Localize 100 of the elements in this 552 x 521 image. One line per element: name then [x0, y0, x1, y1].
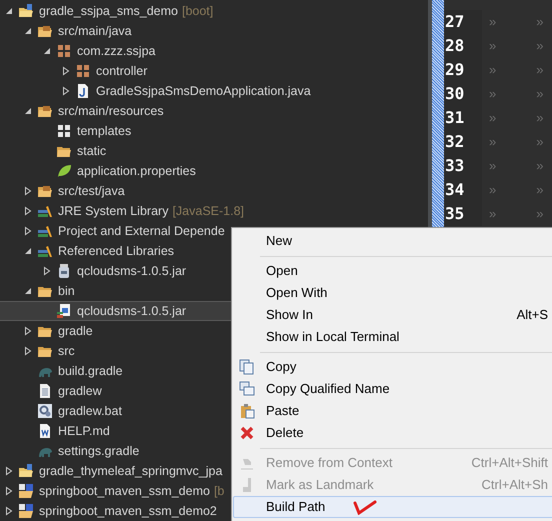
expand-arrow-icon[interactable] — [61, 86, 71, 96]
tree-item-decoration: [boot] — [182, 2, 214, 20]
menu-item[interactable]: Open — [233, 260, 552, 282]
menu-item[interactable]: New — [233, 230, 552, 252]
collapse-arrow-icon[interactable] — [23, 106, 33, 116]
tree-item[interactable]: JRE System Library [JavaSE-1.8] — [0, 201, 428, 221]
tab-marker: » — [489, 13, 496, 32]
tree-item-decoration: [b — [214, 482, 224, 500]
tree-item-label: static — [77, 142, 106, 160]
tree-item[interactable]: static — [0, 141, 428, 161]
shortcut-label: Alt+S — [516, 306, 548, 324]
tree-item-label: HELP.md — [58, 422, 110, 440]
books-icon — [37, 203, 53, 219]
tree-item-label: qcloudsms-1.0.5.jar — [77, 302, 186, 320]
collapse-arrow-icon[interactable] — [42, 46, 52, 56]
line-number: 35 — [444, 202, 482, 226]
line-number: 31 — [444, 106, 482, 130]
tree-item-label: Project and External Depende — [58, 222, 225, 240]
tree-item-label: application.properties — [77, 162, 196, 180]
expand-arrow-icon[interactable] — [4, 506, 14, 516]
tree-item-label: springboot_maven_ssm_demo — [39, 482, 210, 500]
tree-item-label: gradle_thymeleaf_springmvc_jpa — [39, 462, 222, 480]
tab-marker: » — [536, 61, 544, 80]
file-icon — [37, 383, 53, 399]
tree-item[interactable]: src/test/java — [0, 181, 428, 201]
expand-arrow-icon[interactable] — [23, 186, 33, 196]
jar-file-icon — [56, 303, 72, 319]
project-folder-icon — [18, 3, 34, 19]
tab-marker: » — [489, 109, 496, 128]
tree-item-label: src — [58, 342, 75, 360]
books-icon — [37, 223, 53, 239]
tree-item-label: src/main/java — [58, 22, 132, 40]
tree-item[interactable]: gradle_ssjpa_sms_demo [boot] — [0, 1, 428, 21]
tree-item-label: templates — [77, 122, 132, 140]
tab-marker: » — [489, 61, 496, 80]
tree-item[interactable]: com.zzz.ssjpa — [0, 41, 428, 61]
menu-item[interactable]: Copy Qualified Name — [233, 378, 552, 400]
package-folder-icon — [37, 183, 53, 199]
menu-item[interactable]: Open With — [233, 282, 552, 304]
line-number: 28 — [444, 34, 482, 58]
tree-item-decoration: [JavaSE-1.8] — [172, 202, 244, 220]
shortcut-label: Ctrl+Alt+Sh — [482, 476, 548, 494]
tab-marker: » — [536, 157, 544, 176]
tab-marker: » — [489, 205, 496, 224]
tab-marker: » — [489, 85, 496, 104]
tree-item[interactable]: application.properties — [0, 161, 428, 181]
tree-item-label: gradlew.bat — [58, 402, 122, 420]
expand-arrow-icon[interactable] — [23, 346, 33, 356]
document-icon — [37, 423, 53, 439]
maven-project-icon — [18, 483, 34, 499]
tree-item-label: com.zzz.ssjpa — [77, 42, 156, 60]
java-file-icon — [75, 83, 91, 99]
expand-arrow-icon[interactable] — [4, 466, 14, 476]
tab-marker: » — [536, 37, 544, 56]
line-number: 32 — [444, 130, 482, 154]
tree-item-label: bin — [58, 282, 75, 300]
collapse-arrow-icon[interactable] — [23, 26, 33, 36]
expand-arrow-icon[interactable] — [23, 326, 33, 336]
tab-marker: » — [489, 133, 496, 152]
line-number: 29 — [444, 58, 482, 82]
gear-file-icon — [37, 403, 53, 419]
tree-item[interactable]: src/main/resources — [0, 101, 428, 121]
tree-item-label: qcloudsms-1.0.5.jar — [77, 262, 186, 280]
tree-item-label: build.gradle — [58, 362, 123, 380]
tab-marker: » — [536, 181, 544, 200]
expand-arrow-icon[interactable] — [61, 66, 71, 76]
tab-marker: » — [536, 85, 544, 104]
menu-item[interactable]: Delete — [233, 422, 552, 444]
collapse-arrow-icon[interactable] — [23, 286, 33, 296]
tree-item[interactable]: GradleSsjpaSmsDemoApplication.java — [0, 81, 428, 101]
expand-arrow-icon[interactable] — [23, 206, 33, 216]
delete-icon — [239, 425, 255, 441]
line-number: 33 — [444, 154, 482, 178]
tree-item-label: springboot_maven_ssm_demo2 — [39, 502, 217, 520]
tab-marker: » — [536, 133, 544, 152]
tree-item[interactable]: src/main/java — [0, 21, 428, 41]
collapse-arrow-icon[interactable] — [4, 6, 14, 16]
shortcut-label: Ctrl+Alt+Shift — [471, 454, 548, 472]
collapse-arrow-icon[interactable] — [23, 246, 33, 256]
project-folder-icon — [18, 463, 34, 479]
tab-marker: » — [489, 181, 496, 200]
books-icon — [37, 243, 53, 259]
tree-item-label: src/test/java — [58, 182, 125, 200]
tab-marker: » — [536, 13, 544, 32]
tree-item-label: src/main/resources — [58, 102, 164, 120]
package-icon — [75, 63, 91, 79]
copy-icon — [239, 359, 255, 375]
expand-arrow-icon[interactable] — [42, 266, 52, 276]
tree-item[interactable]: templates — [0, 121, 428, 141]
expand-arrow-icon[interactable] — [4, 486, 14, 496]
tree-item[interactable]: controller — [0, 61, 428, 81]
menu-item[interactable]: Build Path — [233, 496, 552, 518]
menu-item[interactable]: Paste — [233, 400, 552, 422]
maven-project-icon — [18, 503, 34, 519]
expand-arrow-icon[interactable] — [23, 226, 33, 236]
jar-icon — [56, 263, 72, 279]
tree-item-label: gradlew — [58, 382, 102, 400]
tree-item-label: Referenced Libraries — [58, 242, 174, 260]
tree-item-label: gradle — [58, 322, 93, 340]
tree-item-label: JRE System Library — [58, 202, 168, 220]
